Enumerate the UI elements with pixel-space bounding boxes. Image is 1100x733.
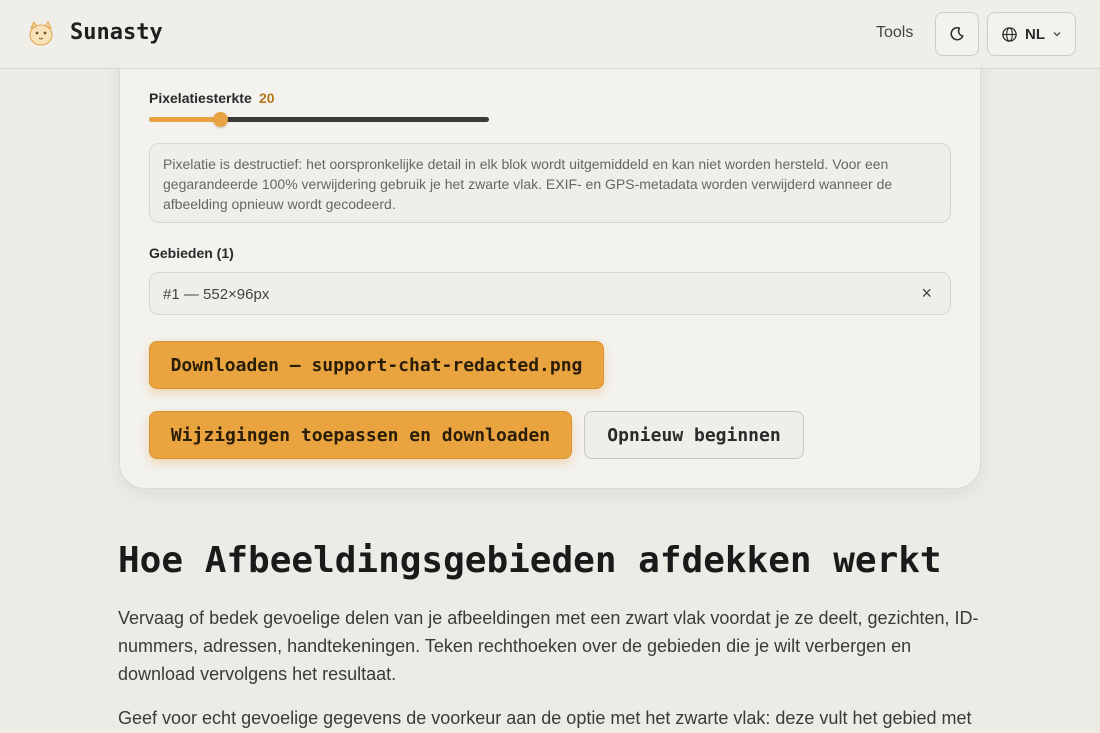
slider-fill <box>149 117 221 122</box>
language-select-button[interactable]: NL <box>987 12 1076 56</box>
pixelation-strength-value: 20 <box>259 90 275 106</box>
moon-icon <box>950 27 964 41</box>
article-paragraph: Geef voor echt gevoelige gegevens de voo… <box>118 708 972 728</box>
tools-link[interactable]: Tools <box>876 24 913 42</box>
remove-area-button[interactable]: × <box>921 283 932 304</box>
areas-label: Gebieden (1) <box>149 245 234 261</box>
globe-icon <box>1002 26 1017 42</box>
theme-toggle-button[interactable] <box>935 12 979 56</box>
restart-button[interactable]: Opnieuw beginnen <box>584 411 804 459</box>
brand-name[interactable]: Sunasty <box>70 20 163 45</box>
pixelation-strength-slider[interactable] <box>149 112 489 127</box>
article-heading: Hoe Afbeeldingsgebieden afdekken werkt <box>118 540 942 581</box>
apply-and-download-button[interactable]: Wijzigingen toepassen en downloaden <box>149 411 572 459</box>
area-label: #1 — 552×96px <box>163 286 270 303</box>
language-label: NL <box>1025 25 1045 43</box>
site-header: Sunasty Tools NL <box>0 0 1100 69</box>
article-paragraph: Vervaag of bedek gevoelige delen van je … <box>118 608 979 684</box>
download-button[interactable]: Downloaden — support-chat-redacted.png <box>149 341 604 389</box>
area-list-item[interactable]: #1 — 552×96px × <box>149 272 951 315</box>
chevron-down-icon <box>1053 32 1061 37</box>
cat-logo-icon[interactable] <box>25 18 57 50</box>
pixelation-notice: Pixelatie is destructief: het oorspronke… <box>149 143 951 223</box>
pixelation-strength-label: Pixelatiesterkte <box>149 90 252 106</box>
